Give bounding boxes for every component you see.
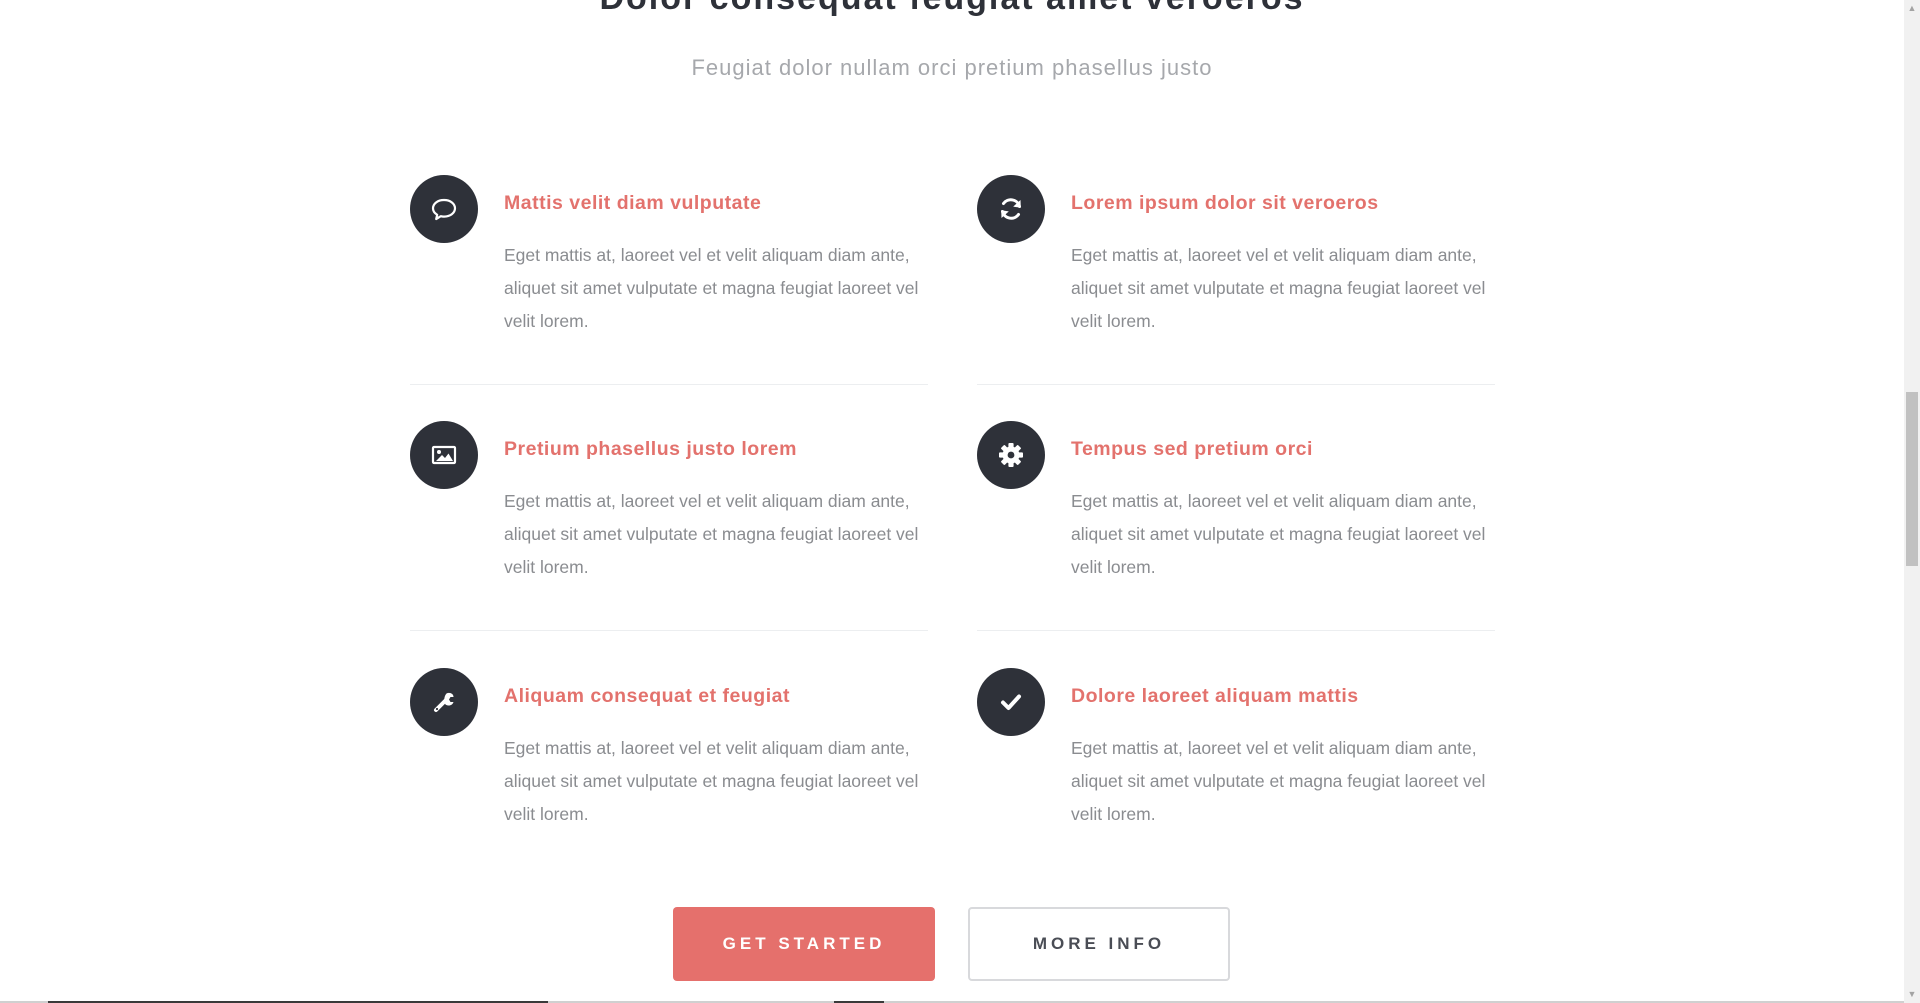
section-subtitle: Feugiat dolor nullam orci pretium phasel… [691, 55, 1213, 80]
get-started-button[interactable]: GET STARTED [673, 907, 935, 981]
feature-text: Eget mattis at, laoreet vel et velit ali… [1071, 245, 1486, 331]
feature-text: Eget mattis at, laoreet vel et velit ali… [1071, 738, 1486, 824]
feature-text: Eget mattis at, laoreet vel et velit ali… [504, 245, 919, 331]
feature-item: Mattis velit diam vulputate Eget mattis … [410, 175, 928, 385]
feature-text: Eget mattis at, laoreet vel et velit ali… [504, 491, 919, 577]
feature-item: Tempus sed pretium orci Eget mattis at, … [977, 421, 1495, 631]
feature-title: Mattis velit diam vulputate [504, 192, 762, 214]
feature-item: Aliquam consequat et feugiat Eget mattis… [410, 668, 928, 866]
section-title: Dolor consequat feugiat amet veroeros [0, 0, 1904, 18]
feature-title: Aliquam consequat et feugiat [504, 685, 790, 707]
gear-icon [977, 421, 1045, 489]
refresh-icon [977, 175, 1045, 243]
divider [410, 384, 928, 385]
feature-text: Eget mattis at, laoreet vel et velit ali… [1071, 491, 1486, 577]
vertical-scrollbar[interactable]: ▲ ▼ [1904, 0, 1920, 1003]
divider [410, 630, 928, 631]
feature-title: Lorem ipsum dolor sit veroeros [1071, 192, 1379, 214]
page: Dolor consequat feugiat amet veroeros Fe… [0, 0, 1904, 1003]
wrench-icon [410, 668, 478, 736]
picture-icon [410, 421, 478, 489]
feature-title: Tempus sed pretium orci [1071, 438, 1313, 460]
speech-bubble-icon [410, 175, 478, 243]
more-info-button[interactable]: MORE INFO [968, 907, 1230, 981]
feature-title: Dolore laoreet aliquam mattis [1071, 685, 1359, 707]
scroll-up-icon[interactable]: ▲ [1904, 0, 1920, 17]
feature-item: Lorem ipsum dolor sit veroeros Eget matt… [977, 175, 1495, 385]
divider [977, 630, 1495, 631]
feature-item: Pretium phasellus justo lorem Eget matti… [410, 421, 928, 631]
scroll-down-icon[interactable]: ▼ [1904, 986, 1920, 1003]
feature-item: Dolore laoreet aliquam mattis Eget matti… [977, 668, 1495, 866]
feature-title: Pretium phasellus justo lorem [504, 438, 797, 460]
checkmark-icon [977, 668, 1045, 736]
feature-text: Eget mattis at, laoreet vel et velit ali… [504, 738, 919, 824]
scrollbar-thumb[interactable] [1906, 392, 1918, 566]
divider [977, 384, 1495, 385]
